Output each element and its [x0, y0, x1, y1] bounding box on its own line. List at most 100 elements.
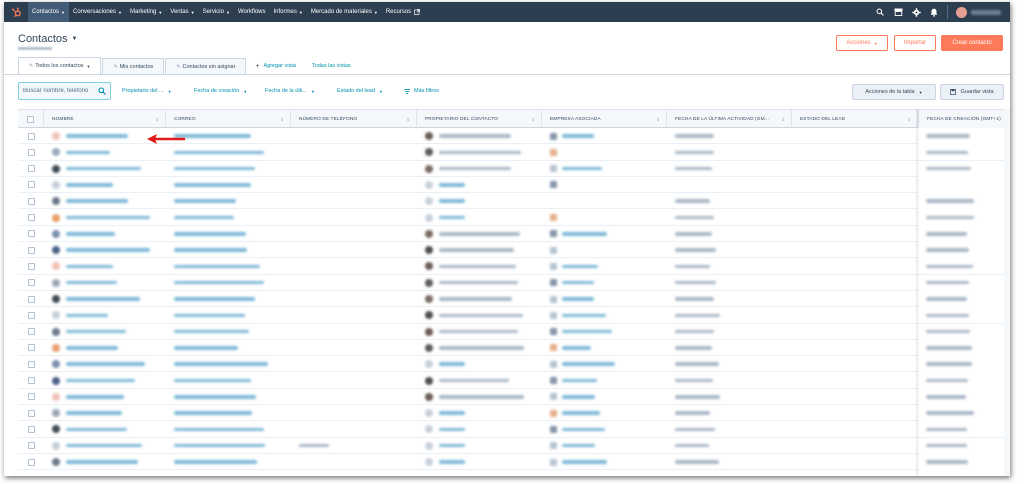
column-header-telefono[interactable]: NÚMERO DE TELÉFONO ⇕ [291, 110, 417, 128]
row-checkbox[interactable] [27, 295, 35, 303]
table-row[interactable] [18, 339, 1010, 357]
column-header-correo[interactable]: CORREO ⇕ [166, 110, 291, 128]
marketplace-icon[interactable] [889, 2, 907, 22]
row-checkbox[interactable] [27, 148, 35, 156]
acciones-de-la-tabla-button[interactable]: Acciones de la tabla ▼ [852, 84, 936, 100]
row-checkbox[interactable] [27, 262, 35, 270]
table-row[interactable] [18, 209, 1010, 226]
row-checkbox[interactable] [27, 165, 35, 173]
cell-nombre[interactable] [44, 258, 166, 274]
acciones-button[interactable]: Acciones ▼ [836, 35, 888, 51]
account-menu[interactable] [952, 2, 1010, 22]
column-header-empresa[interactable]: EMPRESA ASOCIADA ⇕ [542, 110, 667, 128]
table-row[interactable] [18, 274, 1010, 291]
filter-estado-del-lead[interactable]: Estado del lead ▼ [337, 82, 383, 100]
row-checkbox[interactable] [27, 181, 35, 189]
column-header-ultima-actividad[interactable]: FECHA DE LA ÚLTIMA ACTIVIDAD (GM... ⇕ [667, 110, 792, 128]
cell-nombre[interactable] [44, 405, 166, 421]
table-row[interactable] [18, 225, 1010, 243]
tab-contactos-sin-asignar[interactable]: ✎ Contactos sin asignar [165, 58, 247, 74]
search-icon[interactable] [95, 87, 109, 95]
column-header-estado-lead[interactable]: ESTADO DEL LEAD ⇕ [792, 110, 918, 128]
table-row[interactable] [18, 388, 1010, 406]
tab-todos-los-contactos[interactable]: ✎ Todos los contactos ▼ [18, 57, 102, 74]
cell-nombre[interactable] [44, 242, 166, 258]
cell-nombre[interactable] [44, 389, 166, 405]
row-checkbox[interactable] [27, 442, 35, 450]
row-checkbox[interactable] [27, 197, 35, 205]
mas-filtros-button[interactable]: Más filtros [404, 82, 439, 100]
column-header-propietario[interactable]: PROPIETARIO DEL CONTACTO ⇕ [417, 110, 542, 128]
crear-contacto-button[interactable]: Crear contacto [941, 35, 1003, 51]
table-row[interactable] [18, 405, 1010, 422]
table-row[interactable] [18, 291, 1010, 308]
cell-nombre[interactable] [44, 307, 166, 323]
table-row[interactable] [18, 437, 1010, 454]
table-row[interactable] [18, 454, 1010, 471]
table-row[interactable] [18, 258, 1010, 275]
table-row[interactable] [18, 356, 1010, 373]
cell-nombre[interactable] [44, 340, 166, 356]
nav-item-servicio[interactable]: Servicio ▼ [199, 2, 234, 22]
cell-nombre[interactable] [44, 291, 166, 307]
table-row[interactable] [18, 193, 1010, 210]
row-checkbox[interactable] [27, 246, 35, 254]
search-input[interactable] [19, 88, 95, 94]
todas-las-vistas-link[interactable]: Todas las vistas [304, 58, 359, 74]
nav-item-marketing[interactable]: Marketing ▼ [126, 2, 166, 22]
cell-nombre[interactable] [44, 210, 166, 226]
row-checkbox[interactable] [27, 458, 35, 466]
row-checkbox[interactable] [27, 393, 35, 401]
hubspot-logo-icon[interactable] [4, 2, 28, 22]
cell-nombre[interactable] [44, 161, 166, 177]
row-checkbox[interactable] [27, 311, 35, 319]
row-checkbox[interactable] [27, 409, 35, 417]
row-checkbox[interactable] [27, 377, 35, 384]
nav-item-mercado-de-materiales[interactable]: Mercado de materiales ▼ [307, 2, 382, 22]
table-row[interactable] [18, 421, 1010, 438]
row-checkbox[interactable] [27, 425, 35, 433]
row-checkbox[interactable] [27, 344, 35, 352]
nav-item-recursos[interactable]: Recursos [382, 2, 424, 22]
cell-nombre[interactable] [44, 356, 166, 372]
row-checkbox[interactable] [27, 214, 35, 221]
column-header-fecha-creacion[interactable]: FECHA DE CREACIÓN (GMT+1) [918, 110, 1010, 128]
filter-fecha-de-creacion[interactable]: Fecha de creación ▼ [194, 82, 247, 100]
table-row[interactable] [18, 160, 1010, 177]
cell-nombre[interactable] [44, 275, 166, 291]
nav-item-informes[interactable]: Informes ▼ [270, 2, 307, 22]
select-all-checkbox[interactable] [27, 115, 34, 123]
row-checkbox[interactable] [27, 328, 35, 336]
cell-nombre[interactable] [44, 421, 166, 437]
cell-nombre[interactable] [44, 324, 166, 340]
cell-nombre[interactable] [44, 193, 166, 209]
row-checkbox[interactable] [27, 360, 35, 368]
cell-nombre[interactable] [44, 438, 166, 454]
row-checkbox[interactable] [27, 132, 35, 140]
importar-button[interactable]: Importar [894, 35, 936, 51]
nav-item-workflows[interactable]: Workflows [234, 2, 270, 22]
cell-nombre[interactable] [44, 177, 166, 193]
table-scrollbar[interactable] [1004, 109, 1010, 476]
cell-nombre[interactable] [44, 226, 166, 242]
guardar-vista-button[interactable]: Guardar vista [940, 84, 1004, 100]
bell-icon[interactable] [925, 2, 943, 22]
tab-mis-contactos[interactable]: ✎ Mis contactos [102, 58, 165, 74]
table-row[interactable] [18, 242, 1010, 259]
cell-nombre[interactable] [44, 454, 166, 470]
table-row[interactable] [18, 176, 1010, 194]
row-checkbox[interactable] [27, 279, 35, 287]
nav-item-contactos[interactable]: Contactos ▼ [28, 2, 69, 22]
column-header-nombre[interactable]: NOMBRE ⇕ [44, 110, 166, 128]
table-row[interactable] [18, 372, 1010, 389]
agregar-vista-link[interactable]: + Agregar vista [247, 58, 304, 74]
search-icon[interactable] [871, 2, 889, 22]
row-checkbox[interactable] [27, 230, 35, 238]
nav-item-conversaciones[interactable]: Conversaciones ▼ [69, 2, 126, 22]
gear-icon[interactable] [907, 2, 925, 22]
nav-item-ventas[interactable]: Ventas ▼ [166, 2, 198, 22]
filter-propietario[interactable]: Propietario del ... ▼ [122, 82, 172, 100]
table-row[interactable] [18, 323, 1010, 340]
cell-nombre[interactable] [44, 373, 166, 389]
table-row[interactable] [18, 307, 1010, 324]
